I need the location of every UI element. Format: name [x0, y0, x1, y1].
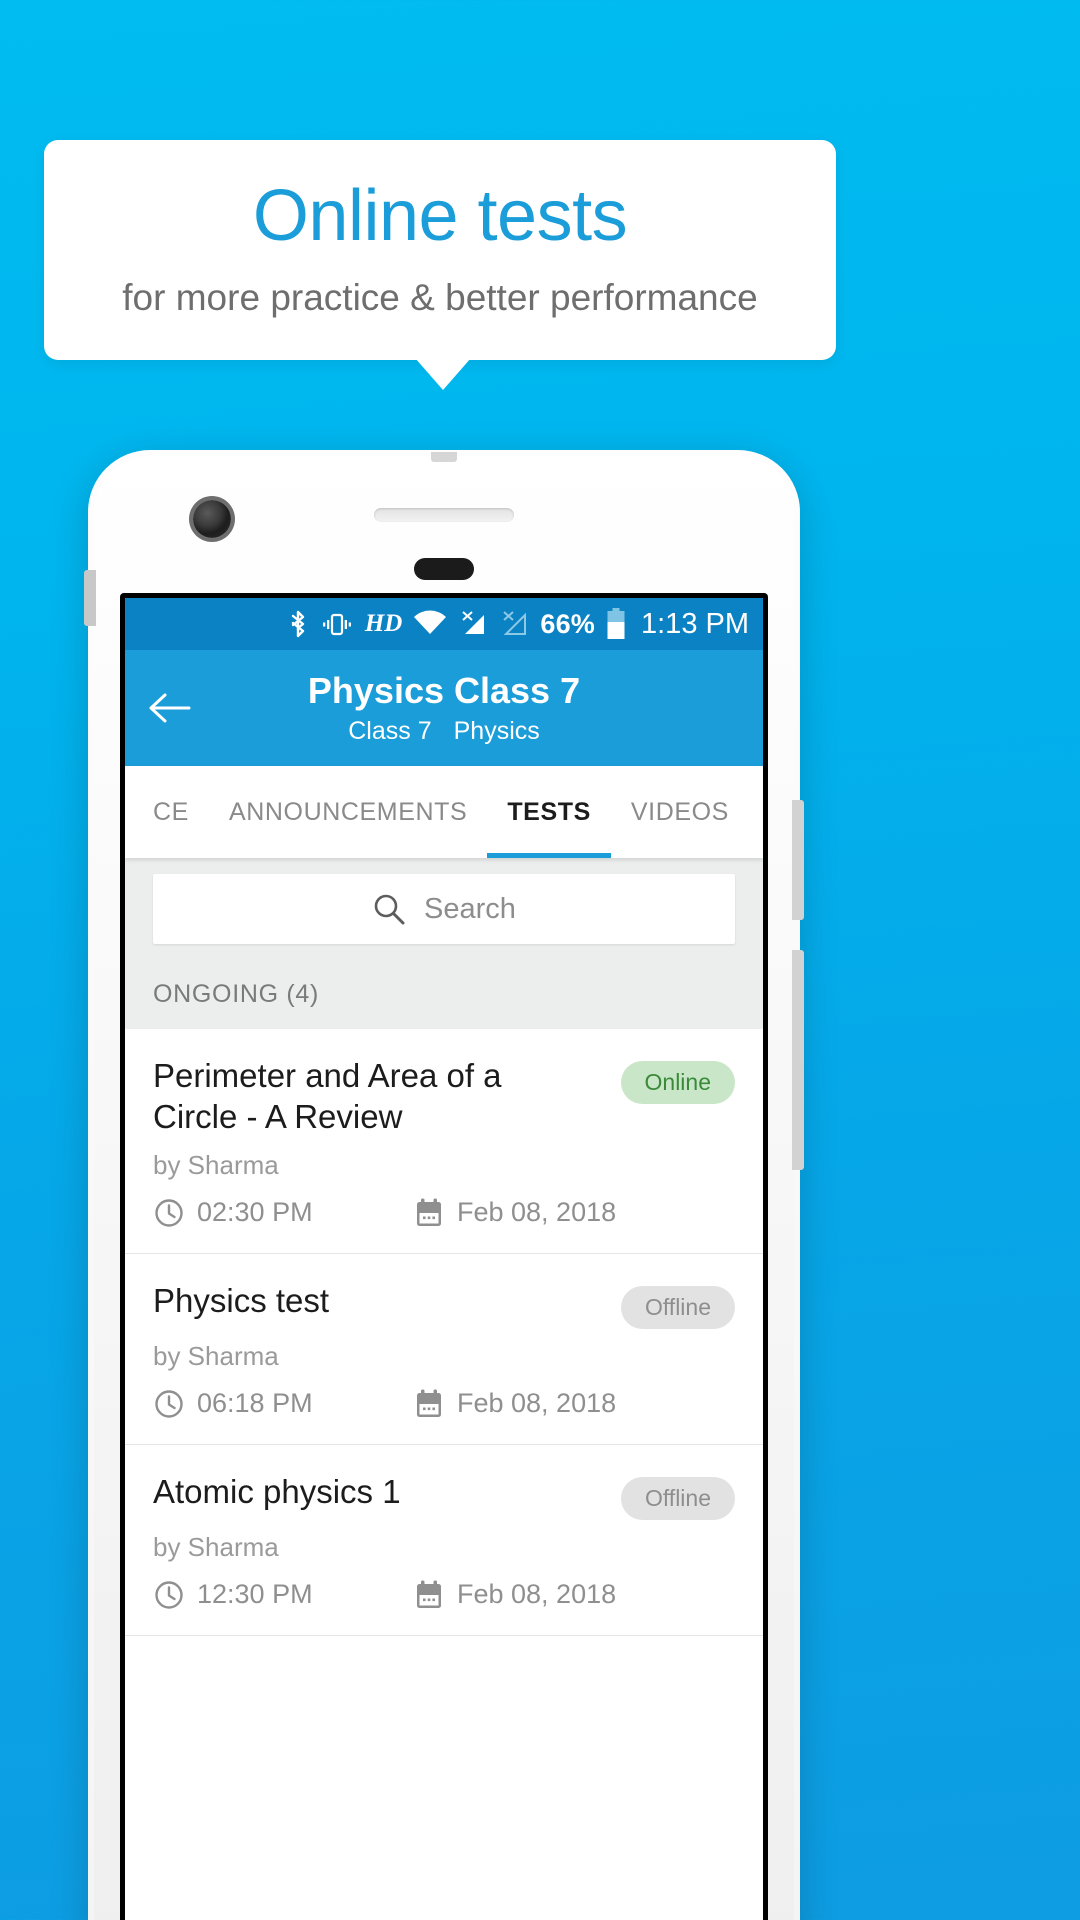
tab-tests[interactable]: TESTS [487, 766, 611, 858]
phone-mockup: HD 66% 1:13 PM Physics Class 7 Class 7 P… [84, 450, 804, 1920]
promo-callout: Online tests for more practice & better … [44, 140, 836, 360]
calendar-icon [413, 1197, 445, 1229]
calendar-icon [413, 1388, 445, 1420]
status-badge: Offline [620, 1476, 735, 1520]
signal-sim1-no-service-icon [458, 609, 488, 639]
test-time: 06:18 PM [197, 1388, 313, 1418]
battery-percent-label: 66% [540, 608, 595, 639]
test-time-cell: 06:18 PM [153, 1388, 413, 1420]
back-arrow-icon[interactable] [143, 682, 195, 734]
test-date-cell: Feb 08, 2018 [413, 1388, 616, 1420]
vibrate-icon [320, 609, 354, 639]
clock-icon [153, 1579, 185, 1611]
section-header-ongoing: ONGOING (4) [125, 958, 763, 1029]
test-time-cell: 12:30 PM [153, 1579, 413, 1611]
list-item[interactable]: Atomic physics 1 Offline by Sharma 12:30… [125, 1445, 763, 1636]
test-author: by Sharma [153, 1149, 279, 1180]
test-title: Physics test [153, 1281, 330, 1319]
phone-side-button-right-upper [792, 800, 804, 920]
test-title: Atomic physics 1 [153, 1472, 401, 1510]
search-placeholder-text: Search [424, 892, 516, 925]
promo-callout-tail [415, 358, 471, 390]
tab-content-tests: Search ONGOING (4) Perimeter and Area of… [125, 858, 763, 1636]
tab-announcements[interactable]: ANNOUNCEMENTS [209, 766, 487, 858]
front-camera-icon [193, 500, 231, 538]
tests-list: Perimeter and Area of a Circle - A Revie… [125, 1029, 763, 1636]
breadcrumb-class: Class 7 [348, 717, 432, 746]
status-bar: HD 66% 1:13 PM [125, 598, 763, 650]
battery-icon [606, 608, 626, 640]
test-time: 12:30 PM [197, 1579, 313, 1609]
status-badge: Online [620, 1061, 735, 1104]
test-date: Feb 08, 2018 [457, 1388, 617, 1418]
signal-sim2-no-service-icon [499, 609, 529, 639]
sensor-pill [414, 558, 474, 580]
clock-icon [153, 1388, 185, 1420]
phone-side-button-right-lower [792, 950, 804, 1170]
status-badge: Offline [620, 1285, 735, 1329]
list-item[interactable]: Physics test Offline by Sharma 06:18 PM … [125, 1254, 763, 1445]
list-item[interactable]: Perimeter and Area of a Circle - A Revie… [125, 1029, 763, 1254]
test-meta: 12:30 PM Feb 08, 2018 [153, 1579, 735, 1611]
app-bar-titles: Physics Class 7 Class 7 Physics [125, 650, 763, 766]
breadcrumb: Class 7 Physics [348, 717, 540, 746]
tab-bar: CE ANNOUNCEMENTS TESTS VIDEOS [125, 766, 763, 858]
test-date-cell: Feb 08, 2018 [413, 1579, 616, 1611]
wifi-icon [413, 610, 447, 638]
test-author: by Sharma [153, 1340, 279, 1371]
phone-side-button-left [84, 570, 96, 626]
screen-bezel: HD 66% 1:13 PM Physics Class 7 Class 7 P… [120, 593, 768, 1920]
page-title: Physics Class 7 [307, 669, 581, 711]
test-author: by Sharma [153, 1531, 279, 1562]
tab-videos[interactable]: VIDEOS [611, 766, 749, 858]
phone-top-notch [431, 452, 457, 462]
test-date-cell: Feb 08, 2018 [413, 1197, 616, 1229]
test-title: Perimeter and Area of a Circle - A Revie… [153, 1057, 502, 1136]
promo-subtitle: for more practice & better performance [122, 276, 758, 318]
search-bar-wrapper: Search [125, 858, 763, 958]
search-input[interactable]: Search [153, 874, 735, 944]
promo-title: Online tests [252, 175, 628, 256]
test-time: 02:30 PM [197, 1197, 313, 1227]
test-meta: 02:30 PM Feb 08, 2018 [153, 1197, 735, 1229]
app-bar: Physics Class 7 Class 7 Physics [125, 650, 763, 766]
calendar-icon [413, 1579, 445, 1611]
test-date: Feb 08, 2018 [457, 1197, 617, 1227]
bluetooth-icon [287, 609, 309, 639]
test-time-cell: 02:30 PM [153, 1197, 413, 1229]
test-date: Feb 08, 2018 [457, 1579, 617, 1609]
tab-ce[interactable]: CE [125, 766, 209, 858]
search-icon [372, 892, 406, 926]
test-meta: 06:18 PM Feb 08, 2018 [153, 1388, 735, 1420]
hd-label: HD [364, 610, 403, 637]
phone-screen: HD 66% 1:13 PM Physics Class 7 Class 7 P… [125, 598, 763, 1920]
status-bar-clock: 1:13 PM [641, 607, 749, 640]
clock-icon [153, 1197, 185, 1229]
breadcrumb-subject: Physics [453, 717, 540, 746]
earpiece-speaker [374, 508, 514, 522]
